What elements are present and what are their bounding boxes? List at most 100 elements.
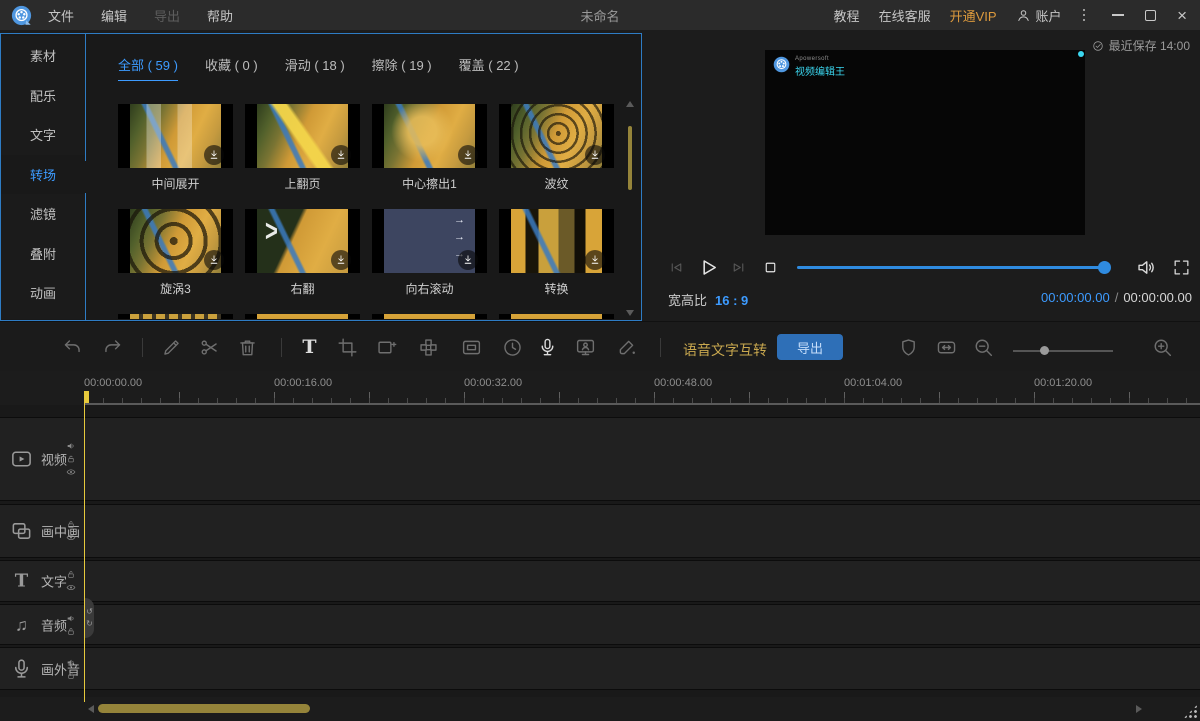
sidebar-item-filters[interactable]: 滤镜 [1, 194, 85, 234]
sidebar-item-text[interactable]: 文字 [1, 115, 85, 155]
transition-item[interactable]: 右翻 [245, 209, 360, 297]
track-text[interactable]: T 文字 [0, 560, 1200, 602]
lock-icon[interactable] [66, 454, 76, 464]
timeline-ruler[interactable]: 00:00:00.00 00:00:16.00 00:00:32.00 00:0… [0, 372, 1200, 405]
transition-thumbnail[interactable] [372, 209, 487, 273]
aspect-ratio[interactable]: 宽高比16 : 9 [668, 290, 748, 309]
stop-button[interactable] [762, 259, 779, 276]
download-icon[interactable] [204, 145, 224, 165]
panel-scroll-down-icon[interactable] [626, 310, 634, 316]
transition-thumbnail[interactable] [118, 209, 233, 273]
mute-icon[interactable] [66, 441, 76, 451]
previous-frame-button[interactable] [668, 259, 685, 276]
download-icon[interactable] [204, 250, 224, 270]
chroma-paint-icon[interactable] [616, 337, 637, 358]
tab-overlap[interactable]: 覆盖 ( 22 ) [459, 55, 519, 81]
picture-in-picture-icon[interactable] [461, 337, 482, 358]
zoom-in-icon[interactable] [1152, 337, 1173, 358]
visibility-icon[interactable] [66, 583, 76, 593]
transition-item[interactable]: 波纹 [499, 104, 614, 192]
timeline-zoom-slider[interactable] [1013, 350, 1113, 352]
transition-thumbnail[interactable] [499, 209, 614, 273]
transition-thumbnail[interactable] [245, 104, 360, 168]
resize-grip[interactable] [1183, 704, 1198, 719]
sidebar-item-media[interactable]: 素材 [1, 36, 85, 76]
sidebar-item-music[interactable]: 配乐 [1, 76, 85, 116]
download-icon[interactable] [331, 250, 351, 270]
lock-icon[interactable] [66, 626, 76, 636]
text-tool-icon[interactable]: T [299, 337, 320, 358]
record-screen-icon[interactable] [575, 337, 596, 358]
play-button[interactable] [697, 256, 720, 279]
account-button[interactable]: 账户 [1016, 6, 1062, 25]
tab-favorites[interactable]: 收藏 ( 0 ) [205, 55, 258, 81]
sidebar-item-transitions[interactable]: 转场 [1, 155, 85, 195]
support-link[interactable]: 在线客服 [879, 6, 931, 25]
visibility-icon[interactable] [66, 533, 76, 543]
fit-timeline-icon[interactable] [936, 337, 957, 358]
mute-icon[interactable] [66, 613, 76, 623]
seek-slider[interactable] [797, 266, 1107, 269]
export-button[interactable]: 导出 [777, 334, 843, 360]
transition-item[interactable]: 旋涡3 [118, 209, 233, 297]
zoom-region-icon[interactable] [376, 337, 397, 358]
transition-item-partial[interactable] [499, 314, 614, 319]
edit-pencil-icon[interactable] [161, 337, 182, 358]
menu-file[interactable]: 文件 [48, 6, 74, 25]
scroll-left-icon[interactable] [88, 705, 94, 713]
tab-all[interactable]: 全部 ( 59 ) [118, 55, 178, 81]
tab-wipe[interactable]: 擦除 ( 19 ) [372, 55, 432, 81]
transition-thumbnail[interactable] [499, 104, 614, 168]
tab-slide[interactable]: 滑动 ( 18 ) [285, 55, 345, 81]
marker-shield-icon[interactable] [898, 337, 919, 358]
voiceover-mic-icon[interactable] [537, 337, 558, 358]
panel-scrollbar[interactable] [628, 126, 632, 190]
playhead-line[interactable] [84, 391, 85, 702]
maximize-button[interactable] [1145, 10, 1156, 21]
lock-icon[interactable] [66, 670, 76, 680]
download-icon[interactable] [458, 145, 478, 165]
track-voiceover[interactable]: 画外音 [0, 647, 1200, 690]
download-icon[interactable] [585, 250, 605, 270]
download-icon[interactable] [585, 145, 605, 165]
vip-link[interactable]: 开通VIP [950, 6, 997, 25]
crop-icon[interactable] [337, 337, 358, 358]
timeline-horizontal-scrollbar[interactable] [98, 704, 310, 713]
transition-item[interactable]: 转换 [499, 209, 614, 297]
mosaic-icon[interactable] [418, 337, 439, 358]
volume-icon[interactable] [1136, 257, 1157, 278]
mute-icon[interactable] [66, 657, 76, 667]
undo-icon[interactable] [62, 337, 83, 358]
transition-item[interactable]: 中间展开 [118, 104, 233, 192]
tutorial-link[interactable]: 教程 [834, 6, 860, 25]
track-video[interactable]: 视频 [0, 417, 1200, 501]
minimize-button[interactable] [1112, 14, 1124, 16]
sidebar-item-overlays[interactable]: 叠附 [1, 234, 85, 274]
playhead-flag[interactable] [84, 391, 89, 403]
transition-thumbnail[interactable] [372, 104, 487, 168]
download-icon[interactable] [331, 145, 351, 165]
zoom-out-icon[interactable] [973, 337, 994, 358]
transition-thumbnail[interactable] [118, 104, 233, 168]
close-button[interactable] [1177, 7, 1187, 24]
redo-icon[interactable] [102, 337, 123, 358]
more-menu-icon[interactable] [1081, 9, 1088, 22]
duration-clock-icon[interactable] [502, 337, 523, 358]
visibility-icon[interactable] [66, 467, 76, 477]
transition-item-partial[interactable] [245, 314, 360, 319]
transition-item-partial[interactable] [372, 314, 487, 319]
lock-icon[interactable] [66, 570, 76, 580]
track-pip[interactable]: 画中画 [0, 504, 1200, 558]
panel-scroll-up-icon[interactable] [626, 101, 634, 107]
speech-to-text-button[interactable]: 语音文字互转 [683, 340, 767, 360]
split-scissors-icon[interactable] [199, 337, 220, 358]
transition-item[interactable]: 向右滚动 [372, 209, 487, 297]
playhead-handle[interactable] [85, 598, 94, 638]
timeline-zoom-thumb[interactable] [1040, 346, 1049, 355]
menu-edit[interactable]: 编辑 [101, 6, 127, 25]
scroll-right-icon[interactable] [1136, 705, 1142, 713]
lock-icon[interactable] [66, 520, 76, 530]
transition-item[interactable]: 上翻页 [245, 104, 360, 192]
download-icon[interactable] [458, 250, 478, 270]
next-frame-button[interactable] [730, 259, 747, 276]
